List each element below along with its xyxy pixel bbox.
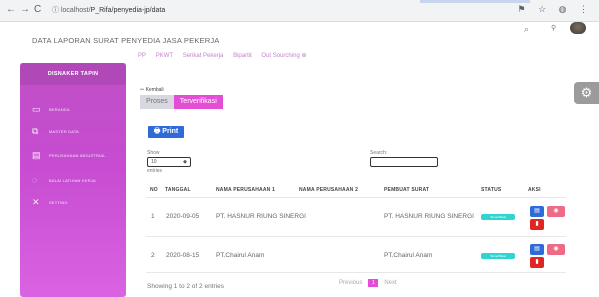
search-input[interactable] (370, 157, 438, 167)
view-button[interactable]: ▤ (530, 244, 544, 255)
status-badge: Terverifikasi (481, 214, 515, 220)
show-label: Show (147, 150, 160, 156)
monitor-icon: ▭ (32, 103, 41, 114)
tools-icon: ✕ (32, 196, 40, 207)
pagination: Previous 1 Next (339, 279, 397, 287)
sidebar-item-label: BERANDA (49, 106, 70, 112)
back-arrow-icon[interactable]: ← (6, 4, 16, 15)
previous-button[interactable]: Previous (339, 280, 362, 286)
forward-arrow-icon[interactable]: → (20, 4, 30, 15)
cell-no: 2 (151, 252, 155, 259)
nav-link-pkwt[interactable]: PKWT (156, 53, 173, 59)
cell-perusahaan1: PT. HASNUR RIUNG SINERGI (216, 213, 306, 220)
table-divider (146, 197, 566, 198)
delete-button[interactable]: ▮ (530, 219, 544, 230)
sidebar-item-balai[interactable]: ◌ BALAI LATIHAN KERJA (32, 174, 96, 186)
search-label: Search: (370, 150, 388, 156)
entries-select-value: 10 (151, 159, 157, 165)
cell-pembuat: PT. HASNUR RIUNG SINERGI (384, 213, 474, 220)
sidebar-item-label: MASTER DATA (49, 128, 80, 134)
top-nav-links: PP PKWT Serikat Pekerja Bipartit Out Sou… (138, 52, 314, 59)
sidebar-item-label: PERUSAHAAN INDUSTRIAL (49, 152, 106, 158)
cell-no: 1 (151, 213, 155, 220)
column-header-perusahaan2: NAMA PERUSAHAAN 2 (299, 187, 359, 193)
nav-link-bipartit[interactable]: Bipartit (233, 53, 252, 59)
nav-link-outsourching[interactable]: Out Sourching ⊕ (261, 53, 306, 59)
sidebar-item-setting[interactable]: ✕ SETTING (32, 196, 68, 208)
address-url: P_Rifa/penyedia-jp/data (90, 7, 166, 14)
nav-link-pp[interactable]: PP (138, 53, 146, 59)
address-bar[interactable]: ⓘ localhost/P_Rifa/penyedia-jp/data (52, 4, 165, 18)
table-info: Showing 1 to 2 of 2 entries (147, 283, 224, 290)
tab-proses[interactable]: Proses (140, 95, 174, 109)
sidebar-item-beranda[interactable]: ▭ BERANDA (32, 103, 70, 115)
cell-tanggal: 2020-09-05 (166, 213, 200, 220)
avatar[interactable] (570, 22, 586, 34)
edit-button[interactable]: ◉ (547, 206, 565, 217)
column-header-perusahaan1: NAMA PERUSAHAAN 1 (216, 187, 276, 193)
document-icon: ▤ (32, 149, 41, 160)
cell-perusahaan1: PT.Chairul Anam (216, 252, 265, 259)
sidebar: DISNAKER TAPIN ▭ BERANDA ⧉ MASTER DATA ▤… (20, 63, 126, 297)
page-number-button[interactable]: 1 (368, 279, 379, 287)
filter-tabs: Proses Terverifikasi (140, 95, 223, 109)
sidebar-item-label: BALAI LATIHAN KERJA (49, 177, 96, 183)
status-badge: Terverifikasi (481, 253, 515, 259)
cell-pembuat: PT.Chairul Anam (384, 252, 433, 259)
entries-select[interactable]: 10 ◆ (147, 157, 191, 167)
search-icon[interactable]: ⌕ (524, 24, 529, 35)
tab-terverifikasi[interactable]: Terverifikasi (173, 95, 223, 109)
page-title: DATA LAPORAN SURAT PENYEDIA JASA PEKERJA (32, 36, 220, 45)
entries-label: entries (147, 168, 163, 174)
view-button[interactable]: ▤ (530, 206, 544, 217)
nav-link-serikat-pekerja[interactable]: Serikat Pekerja (183, 53, 224, 59)
column-header-tanggal: TANGGAL (165, 187, 191, 193)
chevron-down-icon: ◆ (183, 159, 187, 165)
print-button[interactable]: 🖶 Print (148, 126, 184, 138)
chat-icon: ◌ (32, 175, 38, 185)
cell-tanggal: 2020-08-15 (166, 252, 200, 259)
column-header-aksi: AKSI (528, 187, 541, 193)
gear-icon[interactable]: ⚙ (574, 82, 599, 104)
reload-icon[interactable]: C (34, 4, 41, 15)
browser-action-icons[interactable]: ⚑ ☆ ◍ ⋮ (518, 4, 594, 15)
next-button[interactable]: Next (384, 280, 396, 286)
data-card (140, 118, 572, 297)
delete-button[interactable]: ▮ (530, 257, 544, 268)
back-link[interactable]: ⇦ Kembali (140, 87, 164, 93)
layers-icon: ⧉ (32, 125, 39, 136)
loading-bar (420, 0, 530, 3)
sidebar-item-label: SETTING (49, 199, 68, 205)
table-divider (146, 236, 566, 237)
sidebar-item-perusahaan[interactable]: ▤ PERUSAHAAN INDUSTRIAL (32, 149, 106, 161)
column-header-no: NO (150, 187, 158, 193)
site-info-icon[interactable]: ⓘ localhost/ (52, 7, 91, 14)
column-header-pembuat: PEMBUAT SURAT (384, 187, 430, 193)
browser-toolbar: ← → C ⓘ localhost/P_Rifa/penyedia-jp/dat… (0, 0, 599, 22)
column-header-status: STATUS (481, 187, 502, 193)
sidebar-brand[interactable]: DISNAKER TAPIN (20, 63, 126, 85)
edit-button[interactable]: ◉ (547, 244, 565, 255)
table-divider (146, 272, 566, 273)
notification-icon[interactable]: ⚲ (551, 24, 556, 32)
sidebar-item-master-data[interactable]: ⧉ MASTER DATA (32, 125, 79, 137)
